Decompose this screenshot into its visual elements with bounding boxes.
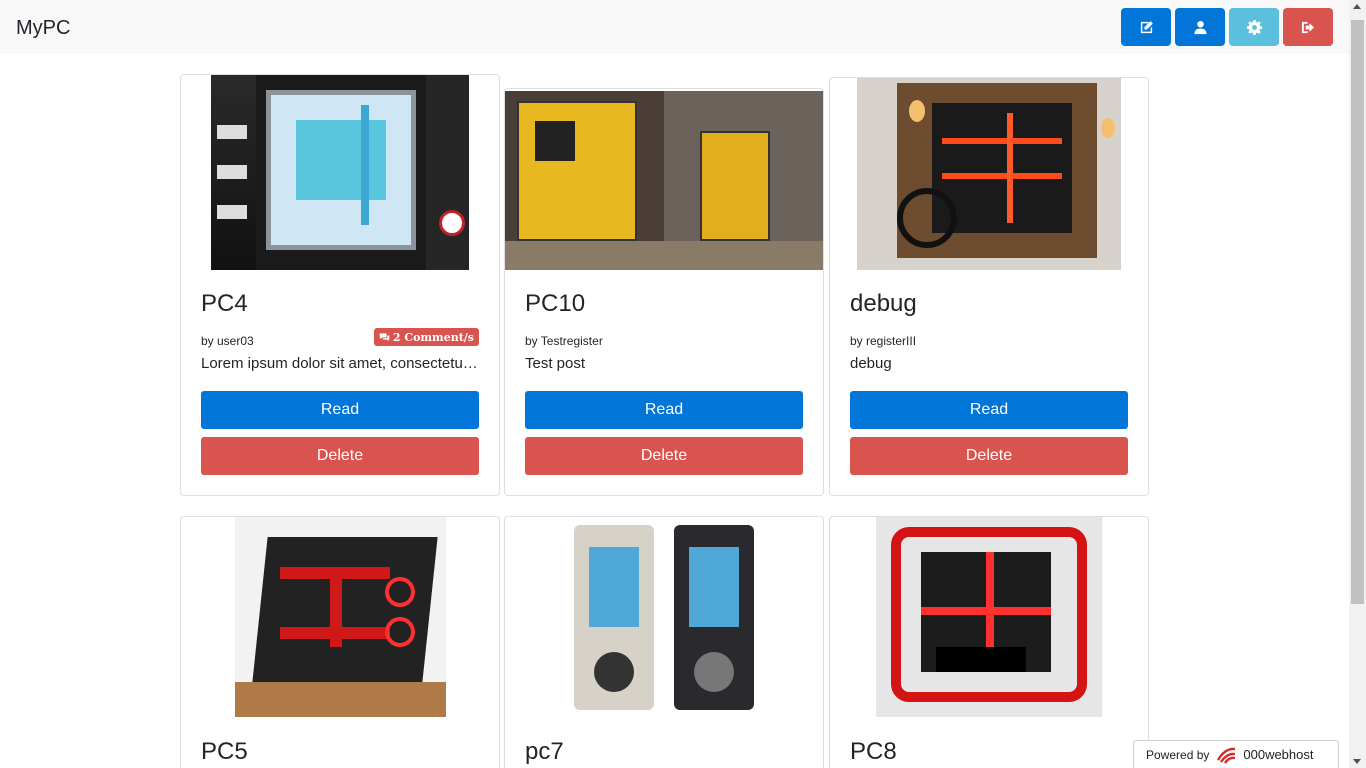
scrollbar-thumb[interactable]	[1351, 20, 1364, 604]
post-title: pc7	[525, 738, 564, 765]
read-button[interactable]: Read	[201, 391, 479, 429]
post-thumbnail	[564, 517, 764, 717]
post-title: PC10	[525, 290, 586, 317]
delete-button[interactable]: Delete	[850, 437, 1128, 475]
logout-button[interactable]	[1283, 8, 1333, 46]
post-card: PC5	[180, 516, 500, 768]
nav-button-group	[1121, 8, 1333, 46]
logout-icon	[1301, 21, 1314, 33]
page-scrollbar[interactable]	[1349, 0, 1366, 768]
host-name: 000webhost	[1243, 747, 1314, 762]
scroll-up-icon[interactable]	[1353, 4, 1361, 9]
comments-icon	[379, 332, 390, 341]
post-author: by user03	[201, 334, 254, 348]
post-title: PC8	[850, 738, 897, 765]
post-card: PC4 by user03 2 Comment/s Lorem ipsum do…	[180, 74, 500, 496]
user-icon	[1193, 20, 1207, 34]
host-logo-icon	[1217, 747, 1236, 764]
post-card: PC8	[829, 516, 1149, 768]
post-thumbnail	[211, 75, 469, 270]
profile-button[interactable]	[1175, 8, 1225, 46]
delete-button[interactable]: Delete	[525, 437, 803, 475]
powered-by-label: Powered by	[1146, 747, 1210, 762]
scroll-down-icon[interactable]	[1353, 759, 1361, 764]
post-thumbnail	[505, 91, 823, 270]
post-thumbnail	[234, 517, 446, 717]
post-title: PC4	[201, 290, 248, 317]
post-card: pc7	[504, 516, 824, 768]
post-thumbnail	[857, 78, 1121, 270]
delete-button[interactable]: Delete	[201, 437, 479, 475]
powered-by-badge[interactable]: Powered by 000webhost	[1133, 740, 1339, 768]
post-excerpt: Lorem ipsum dolor sit amet, consectetur …	[201, 355, 479, 372]
post-excerpt: debug	[850, 355, 892, 372]
post-card: debug by registerIII debug Read Delete	[829, 77, 1149, 496]
brand-title[interactable]: MyPC	[16, 16, 70, 40]
top-navbar: MyPC	[0, 0, 1349, 54]
gear-icon	[1246, 19, 1262, 35]
read-button[interactable]: Read	[850, 391, 1128, 429]
new-post-button[interactable]	[1121, 8, 1171, 46]
post-author: by registerIII	[850, 334, 917, 348]
post-card: PC10 by Testregister Test post Read Dele…	[504, 88, 824, 496]
settings-button[interactable]	[1229, 8, 1279, 46]
post-title: PC5	[201, 738, 248, 765]
post-thumbnail	[876, 517, 1102, 717]
post-author: by Testregister	[525, 334, 603, 348]
post-title: debug	[850, 290, 917, 317]
read-button[interactable]: Read	[525, 391, 803, 429]
comment-count-badge: 2 Comment/s	[373, 328, 479, 346]
edit-icon	[1140, 20, 1153, 33]
comment-count-label: 2 Comment/s	[392, 330, 474, 344]
post-excerpt: Test post	[525, 355, 586, 372]
